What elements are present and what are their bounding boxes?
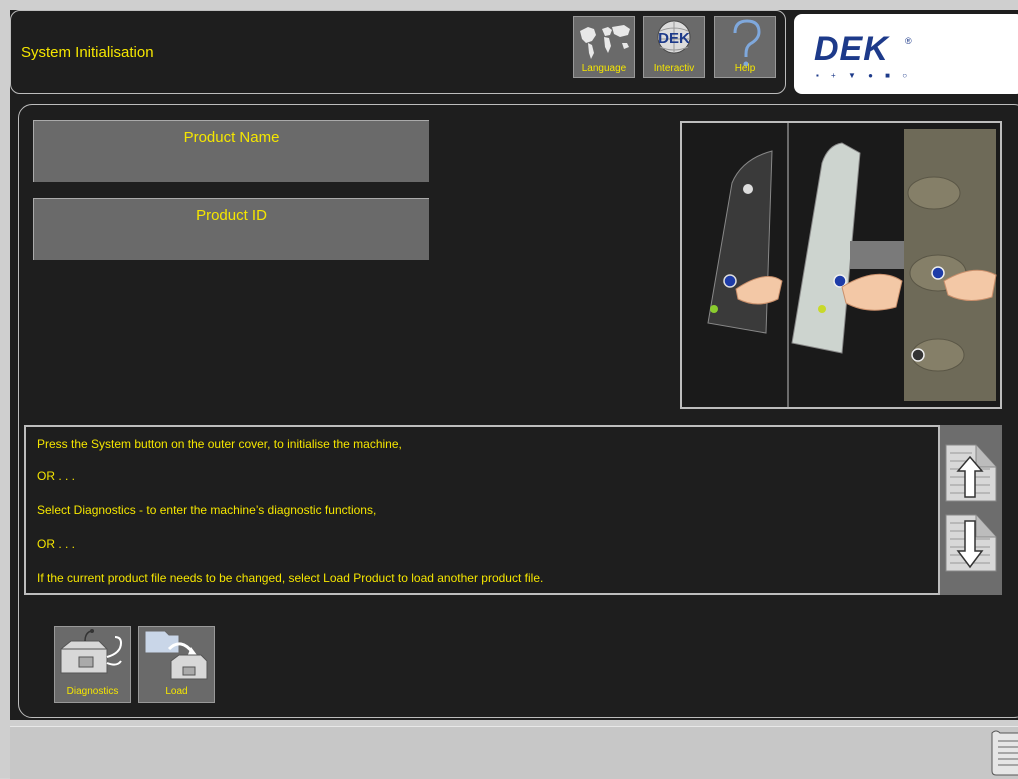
instruction-line: OR . . . (37, 537, 76, 551)
page-title: System Initialisation (21, 44, 154, 61)
language-button-label: Language (581, 63, 627, 74)
help-button[interactable]: Help (714, 16, 776, 78)
scroll-down-arrow-icon (945, 514, 997, 572)
diagnostics-button-label: Diagnostics (66, 686, 119, 697)
product-id-field: Product ID (33, 198, 429, 260)
instruction-line: Select Diagnostics - to enter the machin… (37, 503, 377, 517)
product-name-label: Product Name (183, 129, 280, 146)
scroll-up-arrow-icon (945, 444, 997, 502)
stethoscope-machine-icon (60, 629, 123, 674)
scroll-up-button[interactable] (942, 441, 999, 505)
scroll-down-button[interactable] (942, 511, 999, 575)
scroll-document-icon[interactable] (986, 727, 1018, 777)
world-map-icon (580, 25, 630, 59)
logo-brand: DEK (814, 30, 889, 68)
status-bar (10, 726, 1018, 779)
load-product-icon (144, 630, 208, 680)
interactive-button-label: Interactiv (653, 63, 695, 74)
product-name-field: Product Name (33, 120, 429, 182)
logo-registered-mark: ® (905, 36, 912, 46)
language-button[interactable]: Language (573, 16, 635, 78)
scroll-panel (940, 425, 1002, 595)
instruction-line: If the current product file needs to be … (37, 571, 544, 585)
help-button-label: Help (734, 63, 756, 74)
system-button-illustration (680, 121, 1002, 409)
load-button-label: Load (165, 686, 188, 697)
question-mark-icon (733, 19, 761, 67)
machine-cover-illustration (682, 123, 1000, 407)
instructions-panel: Press the System button on the outer cov… (24, 425, 940, 595)
diagnostics-button[interactable]: Diagnostics (54, 626, 131, 703)
dek-interactive-icon: DEK (657, 20, 691, 54)
dek-icon-text: DEK (658, 30, 690, 47)
product-id-label: Product ID (196, 207, 267, 224)
instruction-line: Press the System button on the outer cov… (37, 437, 402, 451)
interactive-button[interactable]: DEK Interactiv (643, 16, 705, 78)
instruction-line: OR . . . (37, 469, 76, 483)
load-button[interactable]: Load (138, 626, 215, 703)
logo-symbols: ▪ + ▼ ● ■ ○ (816, 71, 913, 80)
dek-logo: DEK ® ▪ + ▼ ● ■ ○ (794, 14, 1018, 94)
